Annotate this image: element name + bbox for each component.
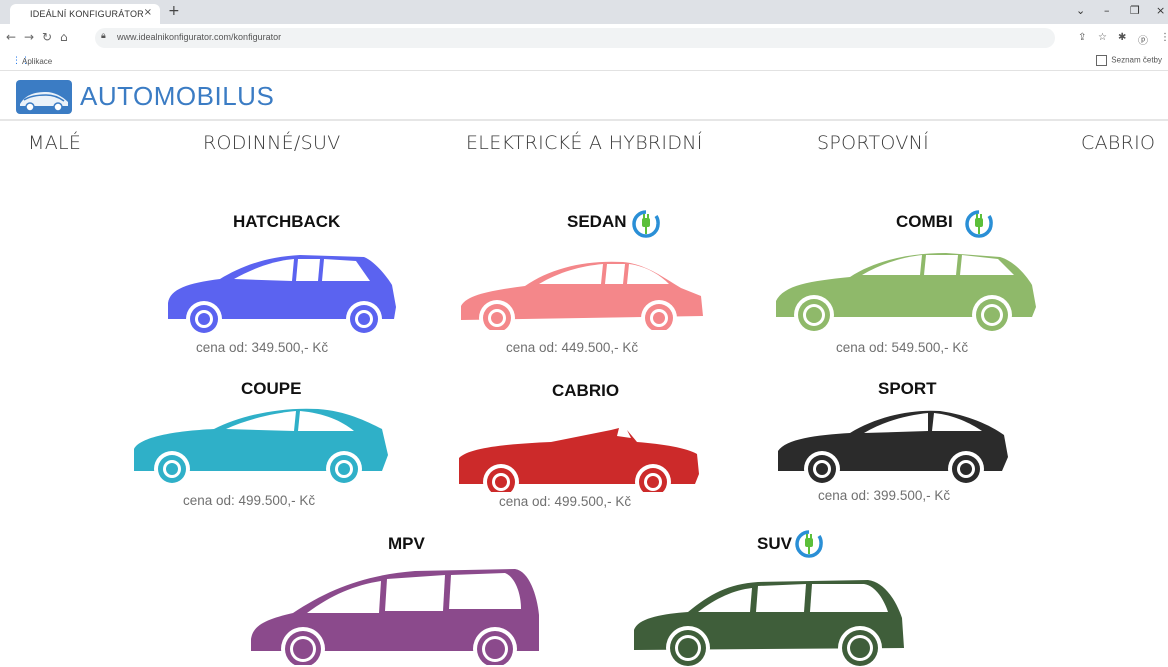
car-title[interactable]: COMBI — [896, 212, 953, 232]
close-window-icon[interactable]: × — [1156, 4, 1165, 17]
car-logo-icon[interactable] — [16, 80, 72, 114]
back-icon[interactable]: ← — [6, 30, 16, 44]
car-price: cena od: 449.500,- Kč — [506, 340, 639, 355]
car-image-mpv[interactable] — [245, 565, 543, 665]
tab-search-icon[interactable]: ⌄ — [1076, 4, 1085, 17]
category-nav: MALÉ RODINNÉ/SUV ELEKTRICKÉ A HYBRIDNÍ S… — [0, 130, 1168, 164]
car-title[interactable]: COUPE — [241, 379, 301, 399]
car-title[interactable]: HATCHBACK — [233, 212, 340, 232]
car-title[interactable]: MPV — [388, 534, 425, 554]
lock-icon[interactable]: 🔒︎ — [101, 31, 106, 41]
electric-plug-icon — [632, 210, 660, 238]
car-image-suv[interactable] — [628, 572, 908, 667]
car-title[interactable]: SEDAN — [567, 212, 627, 232]
close-tab-icon[interactable]: × — [144, 7, 152, 18]
nav-item-elektricke-hybridni[interactable]: ELEKTRICKÉ A HYBRIDNÍ — [466, 132, 703, 154]
car-price: cena od: 399.500,- Kč — [818, 488, 951, 503]
car-image-hatchback[interactable] — [160, 245, 400, 335]
electric-plug-icon — [965, 210, 993, 238]
menu-icon[interactable]: ⋮ — [1160, 32, 1168, 43]
car-image-coupe[interactable] — [130, 403, 392, 485]
car-image-combi[interactable] — [770, 245, 1040, 333]
nav-item-sportovni[interactable]: SPORTOVNÍ — [817, 132, 929, 154]
nav-item-cabrio[interactable]: CABRIO — [1081, 132, 1155, 154]
extensions-icon[interactable]: ✱ — [1118, 32, 1126, 43]
car-price: cena od: 499.500,- Kč — [183, 493, 316, 508]
bookmark-apps[interactable]: Aplikace — [22, 57, 52, 66]
browser-toolbar: ← → ↻ ⌂ 🔒︎ www.idealnikonfigurator.com/k… — [0, 24, 1168, 52]
nav-item-rodinne-suv[interactable]: RODINNÉ/SUV — [203, 132, 341, 154]
profile-icon[interactable]: ⓟ — [1138, 32, 1148, 47]
tab-title: IDEÁLNÍ KONFIGURÁTOR — [30, 9, 144, 19]
site-logo-text[interactable]: AUTOMOBILUS — [80, 81, 274, 112]
reading-list-button[interactable]: Seznam četby — [1096, 55, 1162, 66]
bookmarks-bar: ⋮⋮ Aplikace Seznam četby — [0, 52, 1168, 71]
electric-plug-icon — [795, 530, 823, 558]
car-image-sport[interactable] — [772, 405, 1012, 485]
site-header: AUTOMOBILUS — [0, 71, 1168, 121]
browser-tab[interactable]: IDEÁLNÍ KONFIGURÁTOR × — [10, 4, 160, 24]
browser-tab-bar: IDEÁLNÍ KONFIGURÁTOR × + ⌄ – ❐ × — [0, 0, 1168, 24]
car-price: cena od: 549.500,- Kč — [836, 340, 969, 355]
reading-list-icon — [1096, 55, 1108, 66]
reload-icon[interactable]: ↻ — [42, 30, 52, 44]
car-title[interactable]: SUV — [757, 534, 792, 554]
car-image-cabrio[interactable] — [455, 418, 700, 492]
car-title[interactable]: SPORT — [878, 379, 937, 399]
minimize-icon[interactable]: – — [1104, 4, 1110, 17]
forward-icon[interactable]: → — [24, 30, 34, 44]
restore-icon[interactable]: ❐ — [1130, 4, 1140, 17]
nav-item-male[interactable]: MALÉ — [28, 132, 81, 154]
url-text[interactable]: www.idealnikonfigurator.com/konfigurator — [117, 32, 281, 42]
address-bar[interactable]: 🔒︎ www.idealnikonfigurator.com/konfigura… — [95, 28, 1055, 48]
share-icon[interactable]: ⇪ — [1078, 32, 1086, 43]
home-icon[interactable]: ⌂ — [60, 30, 68, 44]
car-price: cena od: 349.500,- Kč — [196, 340, 329, 355]
new-tab-button[interactable]: + — [168, 3, 180, 19]
car-price: cena od: 499.500,- Kč — [499, 494, 632, 509]
car-title[interactable]: CABRIO — [552, 381, 619, 401]
star-icon[interactable]: ☆ — [1098, 32, 1107, 43]
car-image-sedan[interactable] — [455, 250, 705, 330]
reading-list-label: Seznam četby — [1111, 55, 1162, 65]
